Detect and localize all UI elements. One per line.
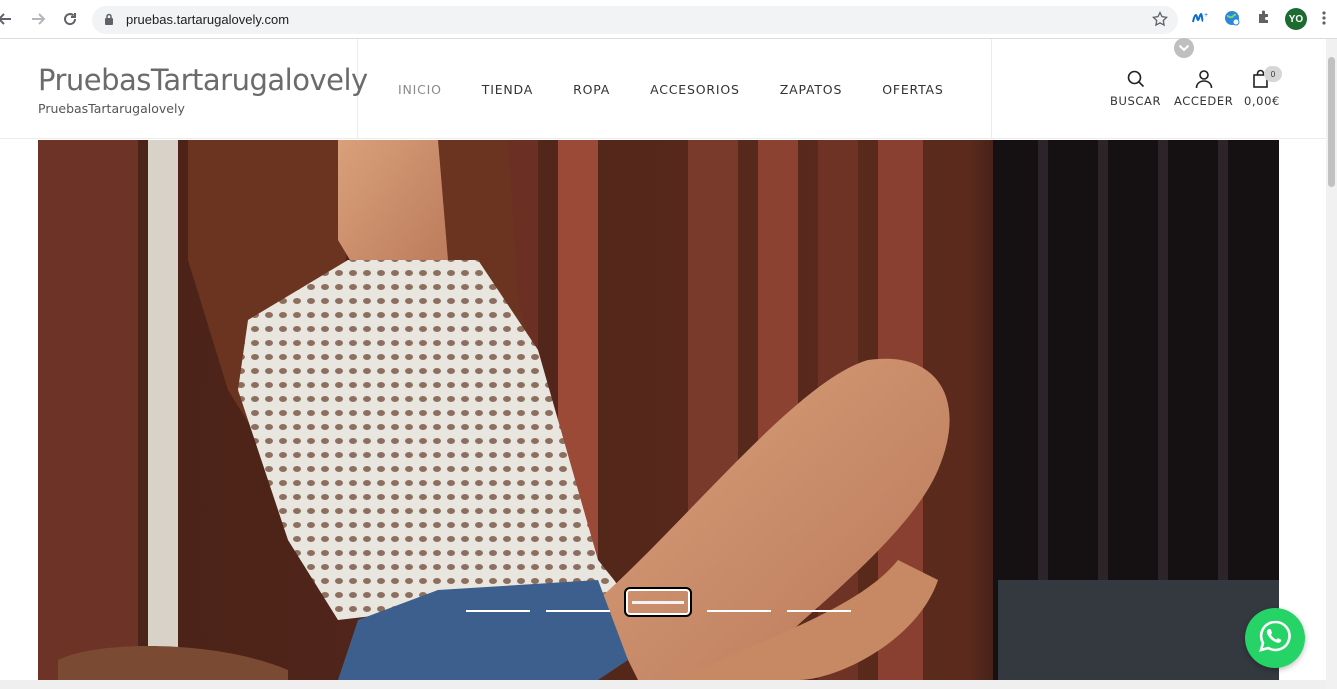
lock-icon: [104, 13, 114, 31]
main-menu: INICIO TIENDA ROPA ACCESORIOS ZAPATOS OF…: [398, 82, 984, 97]
slider-dot-5[interactable]: [787, 610, 851, 612]
puzzle-extensions-icon[interactable]: [1256, 9, 1272, 30]
page-bottom-edge: [0, 680, 1326, 689]
search-icon: [1110, 69, 1161, 91]
menu-item-accesorios[interactable]: ACCESORIOS: [650, 82, 740, 97]
whatsapp-chat-button[interactable]: [1245, 608, 1305, 668]
account-label: ACCEDER: [1174, 94, 1234, 108]
slider-pagination: [466, 587, 856, 623]
slider-dot-2[interactable]: [546, 610, 610, 612]
menu-item-zapatos[interactable]: ZAPATOS: [780, 82, 842, 97]
forward-icon[interactable]: [27, 8, 49, 30]
globe-extension-icon[interactable]: [1223, 9, 1241, 32]
bookmark-star-icon[interactable]: [1151, 10, 1169, 32]
whatsapp-icon: [1257, 618, 1293, 659]
address-bar[interactable]: pruebas.tartarugalovely.com: [92, 6, 1178, 34]
reload-icon[interactable]: [59, 8, 81, 30]
hero-slider[interactable]: [38, 140, 1279, 680]
slider-dot-3[interactable]: [624, 587, 692, 617]
browser-toolbar: pruebas.tartarugalovely.com + YO: [0, 0, 1337, 39]
account-button[interactable]: ACCEDER: [1174, 69, 1233, 108]
slider-dot-4[interactable]: [707, 610, 771, 612]
vertical-scrollbar[interactable]: [1326, 39, 1337, 689]
site-branding: PruebasTartarugalovely PruebasTartarugal…: [0, 39, 368, 139]
menu-item-ropa[interactable]: ROPA: [573, 82, 610, 97]
menu-item-ofertas[interactable]: OFERTAS: [882, 82, 943, 97]
user-icon: [1174, 69, 1233, 91]
profile-avatar[interactable]: YO: [1285, 8, 1307, 30]
menu-item-tienda[interactable]: TIENDA: [482, 82, 533, 97]
site-title[interactable]: PruebasTartarugalovely: [38, 63, 368, 97]
movistar-extension-icon[interactable]: +: [1191, 9, 1209, 32]
scroll-toggle-chevron-icon[interactable]: [1174, 38, 1194, 58]
header-tools: [991, 39, 1337, 139]
cart-count-badge: 0: [1264, 66, 1282, 82]
back-icon[interactable]: [0, 8, 16, 30]
site-tagline: PruebasTartarugalovely: [38, 101, 185, 116]
url-text: pruebas.tartarugalovely.com: [126, 12, 290, 27]
site-header: PruebasTartarugalovely PruebasTartarugal…: [0, 39, 1337, 139]
menu-kebab-icon[interactable]: [1322, 10, 1326, 31]
search-label: BUSCAR: [1110, 94, 1162, 108]
cart-total: 0,00€: [1244, 94, 1280, 108]
slider-dot-1[interactable]: [466, 610, 530, 612]
svg-text:+: +: [1204, 12, 1208, 19]
scrollbar-thumb[interactable]: [1328, 57, 1335, 187]
search-button[interactable]: BUSCAR: [1110, 69, 1161, 108]
menu-item-inicio[interactable]: INICIO: [398, 82, 442, 97]
